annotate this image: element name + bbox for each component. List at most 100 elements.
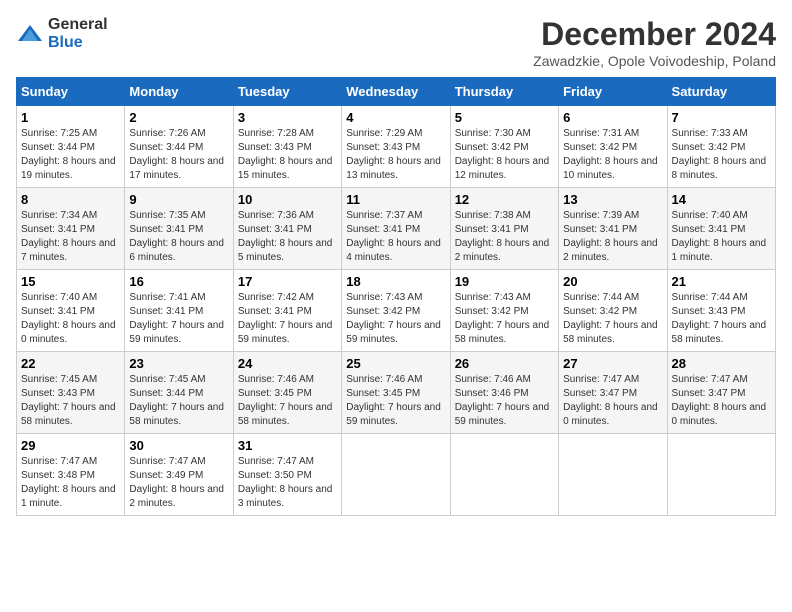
title-area: December 2024 Zawadzkie, Opole Voivodesh… xyxy=(533,16,776,69)
day-number: 21 xyxy=(672,274,771,289)
calendar-cell: 19 Sunrise: 7:43 AM Sunset: 3:42 PM Dayl… xyxy=(450,270,558,352)
day-info: Sunrise: 7:43 AM Sunset: 3:42 PM Dayligh… xyxy=(346,291,445,347)
calendar-cell: 2 Sunrise: 7:26 AM Sunset: 3:44 PM Dayli… xyxy=(125,106,233,188)
calendar-cell: 17 Sunrise: 7:42 AM Sunset: 3:41 PM Dayl… xyxy=(233,270,341,352)
logo-text-general: General xyxy=(48,16,108,33)
day-info: Sunrise: 7:44 AM Sunset: 3:42 PM Dayligh… xyxy=(563,291,662,347)
day-info: Sunrise: 7:41 AM Sunset: 3:41 PM Dayligh… xyxy=(129,291,228,347)
day-info: Sunrise: 7:46 AM Sunset: 3:45 PM Dayligh… xyxy=(238,373,337,429)
day-number: 10 xyxy=(238,192,337,207)
calendar-cell: 8 Sunrise: 7:34 AM Sunset: 3:41 PM Dayli… xyxy=(17,188,125,270)
week-row-2: 8 Sunrise: 7:34 AM Sunset: 3:41 PM Dayli… xyxy=(17,188,776,270)
calendar-cell: 29 Sunrise: 7:47 AM Sunset: 3:48 PM Dayl… xyxy=(17,434,125,516)
day-info: Sunrise: 7:47 AM Sunset: 3:47 PM Dayligh… xyxy=(563,373,662,429)
calendar-cell: 28 Sunrise: 7:47 AM Sunset: 3:47 PM Dayl… xyxy=(667,352,775,434)
calendar-cell xyxy=(342,434,450,516)
day-info: Sunrise: 7:25 AM Sunset: 3:44 PM Dayligh… xyxy=(21,127,120,183)
day-number: 8 xyxy=(21,192,120,207)
calendar-cell: 13 Sunrise: 7:39 AM Sunset: 3:41 PM Dayl… xyxy=(559,188,667,270)
day-number: 16 xyxy=(129,274,228,289)
calendar-table: SundayMondayTuesdayWednesdayThursdayFrid… xyxy=(16,77,776,516)
calendar-cell: 15 Sunrise: 7:40 AM Sunset: 3:41 PM Dayl… xyxy=(17,270,125,352)
header-thursday: Thursday xyxy=(450,78,558,106)
day-info: Sunrise: 7:45 AM Sunset: 3:44 PM Dayligh… xyxy=(129,373,228,429)
day-info: Sunrise: 7:42 AM Sunset: 3:41 PM Dayligh… xyxy=(238,291,337,347)
week-row-4: 22 Sunrise: 7:45 AM Sunset: 3:43 PM Dayl… xyxy=(17,352,776,434)
day-info: Sunrise: 7:40 AM Sunset: 3:41 PM Dayligh… xyxy=(21,291,120,347)
day-number: 22 xyxy=(21,356,120,371)
calendar-cell: 6 Sunrise: 7:31 AM Sunset: 3:42 PM Dayli… xyxy=(559,106,667,188)
calendar-cell: 7 Sunrise: 7:33 AM Sunset: 3:42 PM Dayli… xyxy=(667,106,775,188)
day-info: Sunrise: 7:47 AM Sunset: 3:48 PM Dayligh… xyxy=(21,455,120,511)
day-info: Sunrise: 7:33 AM Sunset: 3:42 PM Dayligh… xyxy=(672,127,771,183)
main-title: December 2024 xyxy=(533,16,776,53)
day-info: Sunrise: 7:28 AM Sunset: 3:43 PM Dayligh… xyxy=(238,127,337,183)
page-header: General Blue December 2024 Zawadzkie, Op… xyxy=(16,16,776,69)
day-info: Sunrise: 7:47 AM Sunset: 3:49 PM Dayligh… xyxy=(129,455,228,511)
logo: General Blue xyxy=(16,16,108,52)
day-number: 6 xyxy=(563,110,662,125)
header-tuesday: Tuesday xyxy=(233,78,341,106)
calendar-cell xyxy=(667,434,775,516)
day-info: Sunrise: 7:36 AM Sunset: 3:41 PM Dayligh… xyxy=(238,209,337,265)
week-row-1: 1 Sunrise: 7:25 AM Sunset: 3:44 PM Dayli… xyxy=(17,106,776,188)
calendar-cell: 9 Sunrise: 7:35 AM Sunset: 3:41 PM Dayli… xyxy=(125,188,233,270)
calendar-cell: 3 Sunrise: 7:28 AM Sunset: 3:43 PM Dayli… xyxy=(233,106,341,188)
day-number: 5 xyxy=(455,110,554,125)
calendar-cell: 14 Sunrise: 7:40 AM Sunset: 3:41 PM Dayl… xyxy=(667,188,775,270)
calendar-cell: 11 Sunrise: 7:37 AM Sunset: 3:41 PM Dayl… xyxy=(342,188,450,270)
calendar-cell: 18 Sunrise: 7:43 AM Sunset: 3:42 PM Dayl… xyxy=(342,270,450,352)
calendar-cell: 16 Sunrise: 7:41 AM Sunset: 3:41 PM Dayl… xyxy=(125,270,233,352)
day-info: Sunrise: 7:47 AM Sunset: 3:47 PM Dayligh… xyxy=(672,373,771,429)
calendar-cell: 10 Sunrise: 7:36 AM Sunset: 3:41 PM Dayl… xyxy=(233,188,341,270)
day-info: Sunrise: 7:39 AM Sunset: 3:41 PM Dayligh… xyxy=(563,209,662,265)
day-info: Sunrise: 7:46 AM Sunset: 3:45 PM Dayligh… xyxy=(346,373,445,429)
day-info: Sunrise: 7:47 AM Sunset: 3:50 PM Dayligh… xyxy=(238,455,337,511)
day-number: 4 xyxy=(346,110,445,125)
day-number: 26 xyxy=(455,356,554,371)
day-number: 18 xyxy=(346,274,445,289)
calendar-cell: 27 Sunrise: 7:47 AM Sunset: 3:47 PM Dayl… xyxy=(559,352,667,434)
day-number: 13 xyxy=(563,192,662,207)
day-number: 2 xyxy=(129,110,228,125)
logo-text-blue: Blue xyxy=(48,34,83,51)
day-number: 7 xyxy=(672,110,771,125)
calendar-cell: 20 Sunrise: 7:44 AM Sunset: 3:42 PM Dayl… xyxy=(559,270,667,352)
day-number: 1 xyxy=(21,110,120,125)
calendar-cell: 22 Sunrise: 7:45 AM Sunset: 3:43 PM Dayl… xyxy=(17,352,125,434)
calendar-cell: 23 Sunrise: 7:45 AM Sunset: 3:44 PM Dayl… xyxy=(125,352,233,434)
day-info: Sunrise: 7:26 AM Sunset: 3:44 PM Dayligh… xyxy=(129,127,228,183)
day-number: 24 xyxy=(238,356,337,371)
day-number: 23 xyxy=(129,356,228,371)
day-number: 19 xyxy=(455,274,554,289)
day-info: Sunrise: 7:40 AM Sunset: 3:41 PM Dayligh… xyxy=(672,209,771,265)
day-number: 31 xyxy=(238,438,337,453)
day-number: 14 xyxy=(672,192,771,207)
day-info: Sunrise: 7:38 AM Sunset: 3:41 PM Dayligh… xyxy=(455,209,554,265)
day-info: Sunrise: 7:30 AM Sunset: 3:42 PM Dayligh… xyxy=(455,127,554,183)
day-info: Sunrise: 7:44 AM Sunset: 3:43 PM Dayligh… xyxy=(672,291,771,347)
day-number: 30 xyxy=(129,438,228,453)
header-friday: Friday xyxy=(559,78,667,106)
day-info: Sunrise: 7:45 AM Sunset: 3:43 PM Dayligh… xyxy=(21,373,120,429)
day-number: 15 xyxy=(21,274,120,289)
calendar-cell: 26 Sunrise: 7:46 AM Sunset: 3:46 PM Dayl… xyxy=(450,352,558,434)
day-info: Sunrise: 7:37 AM Sunset: 3:41 PM Dayligh… xyxy=(346,209,445,265)
day-number: 12 xyxy=(455,192,554,207)
calendar-cell: 21 Sunrise: 7:44 AM Sunset: 3:43 PM Dayl… xyxy=(667,270,775,352)
day-number: 9 xyxy=(129,192,228,207)
calendar-cell: 31 Sunrise: 7:47 AM Sunset: 3:50 PM Dayl… xyxy=(233,434,341,516)
day-info: Sunrise: 7:34 AM Sunset: 3:41 PM Dayligh… xyxy=(21,209,120,265)
calendar-cell: 30 Sunrise: 7:47 AM Sunset: 3:49 PM Dayl… xyxy=(125,434,233,516)
day-number: 27 xyxy=(563,356,662,371)
day-info: Sunrise: 7:35 AM Sunset: 3:41 PM Dayligh… xyxy=(129,209,228,265)
header-sunday: Sunday xyxy=(17,78,125,106)
header-wednesday: Wednesday xyxy=(342,78,450,106)
calendar-cell: 1 Sunrise: 7:25 AM Sunset: 3:44 PM Dayli… xyxy=(17,106,125,188)
day-info: Sunrise: 7:29 AM Sunset: 3:43 PM Dayligh… xyxy=(346,127,445,183)
day-number: 17 xyxy=(238,274,337,289)
calendar-body: 1 Sunrise: 7:25 AM Sunset: 3:44 PM Dayli… xyxy=(17,106,776,516)
day-number: 29 xyxy=(21,438,120,453)
calendar-cell: 25 Sunrise: 7:46 AM Sunset: 3:45 PM Dayl… xyxy=(342,352,450,434)
calendar-cell xyxy=(559,434,667,516)
